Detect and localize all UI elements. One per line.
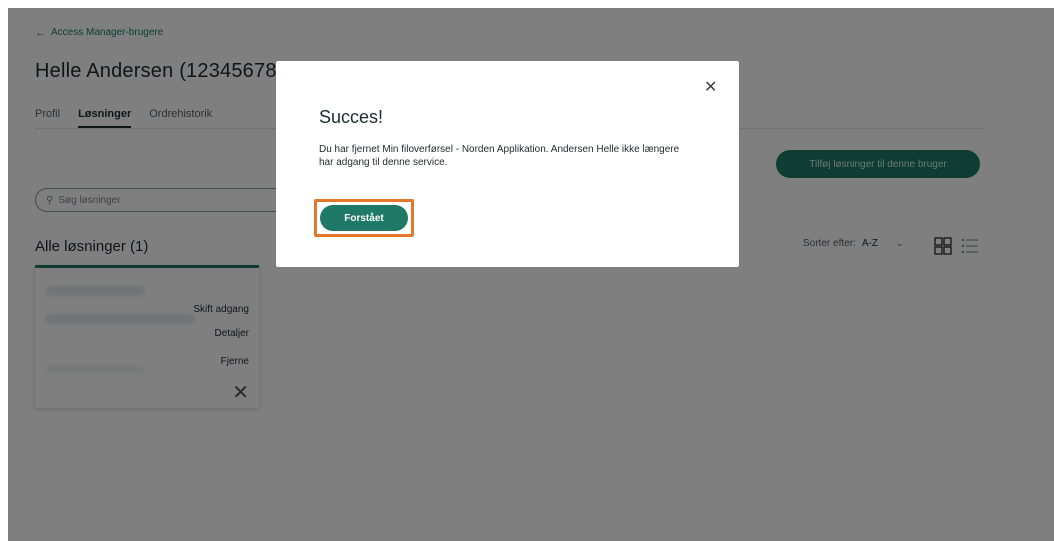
app-frame: ← Access Manager-brugere Helle Andersen …: [8, 8, 1054, 541]
dialog-title: Succes!: [319, 107, 384, 127]
success-dialog: ✕ Succes! Du har fjernet Min filoverførs…: [276, 61, 739, 267]
close-icon[interactable]: ✕: [704, 77, 717, 97]
confirm-button-highlight: Forstået: [314, 199, 414, 237]
confirm-button[interactable]: Forstået: [320, 205, 408, 231]
dialog-message: Du har fjernet Min filoverførsel - Norde…: [319, 144, 680, 168]
